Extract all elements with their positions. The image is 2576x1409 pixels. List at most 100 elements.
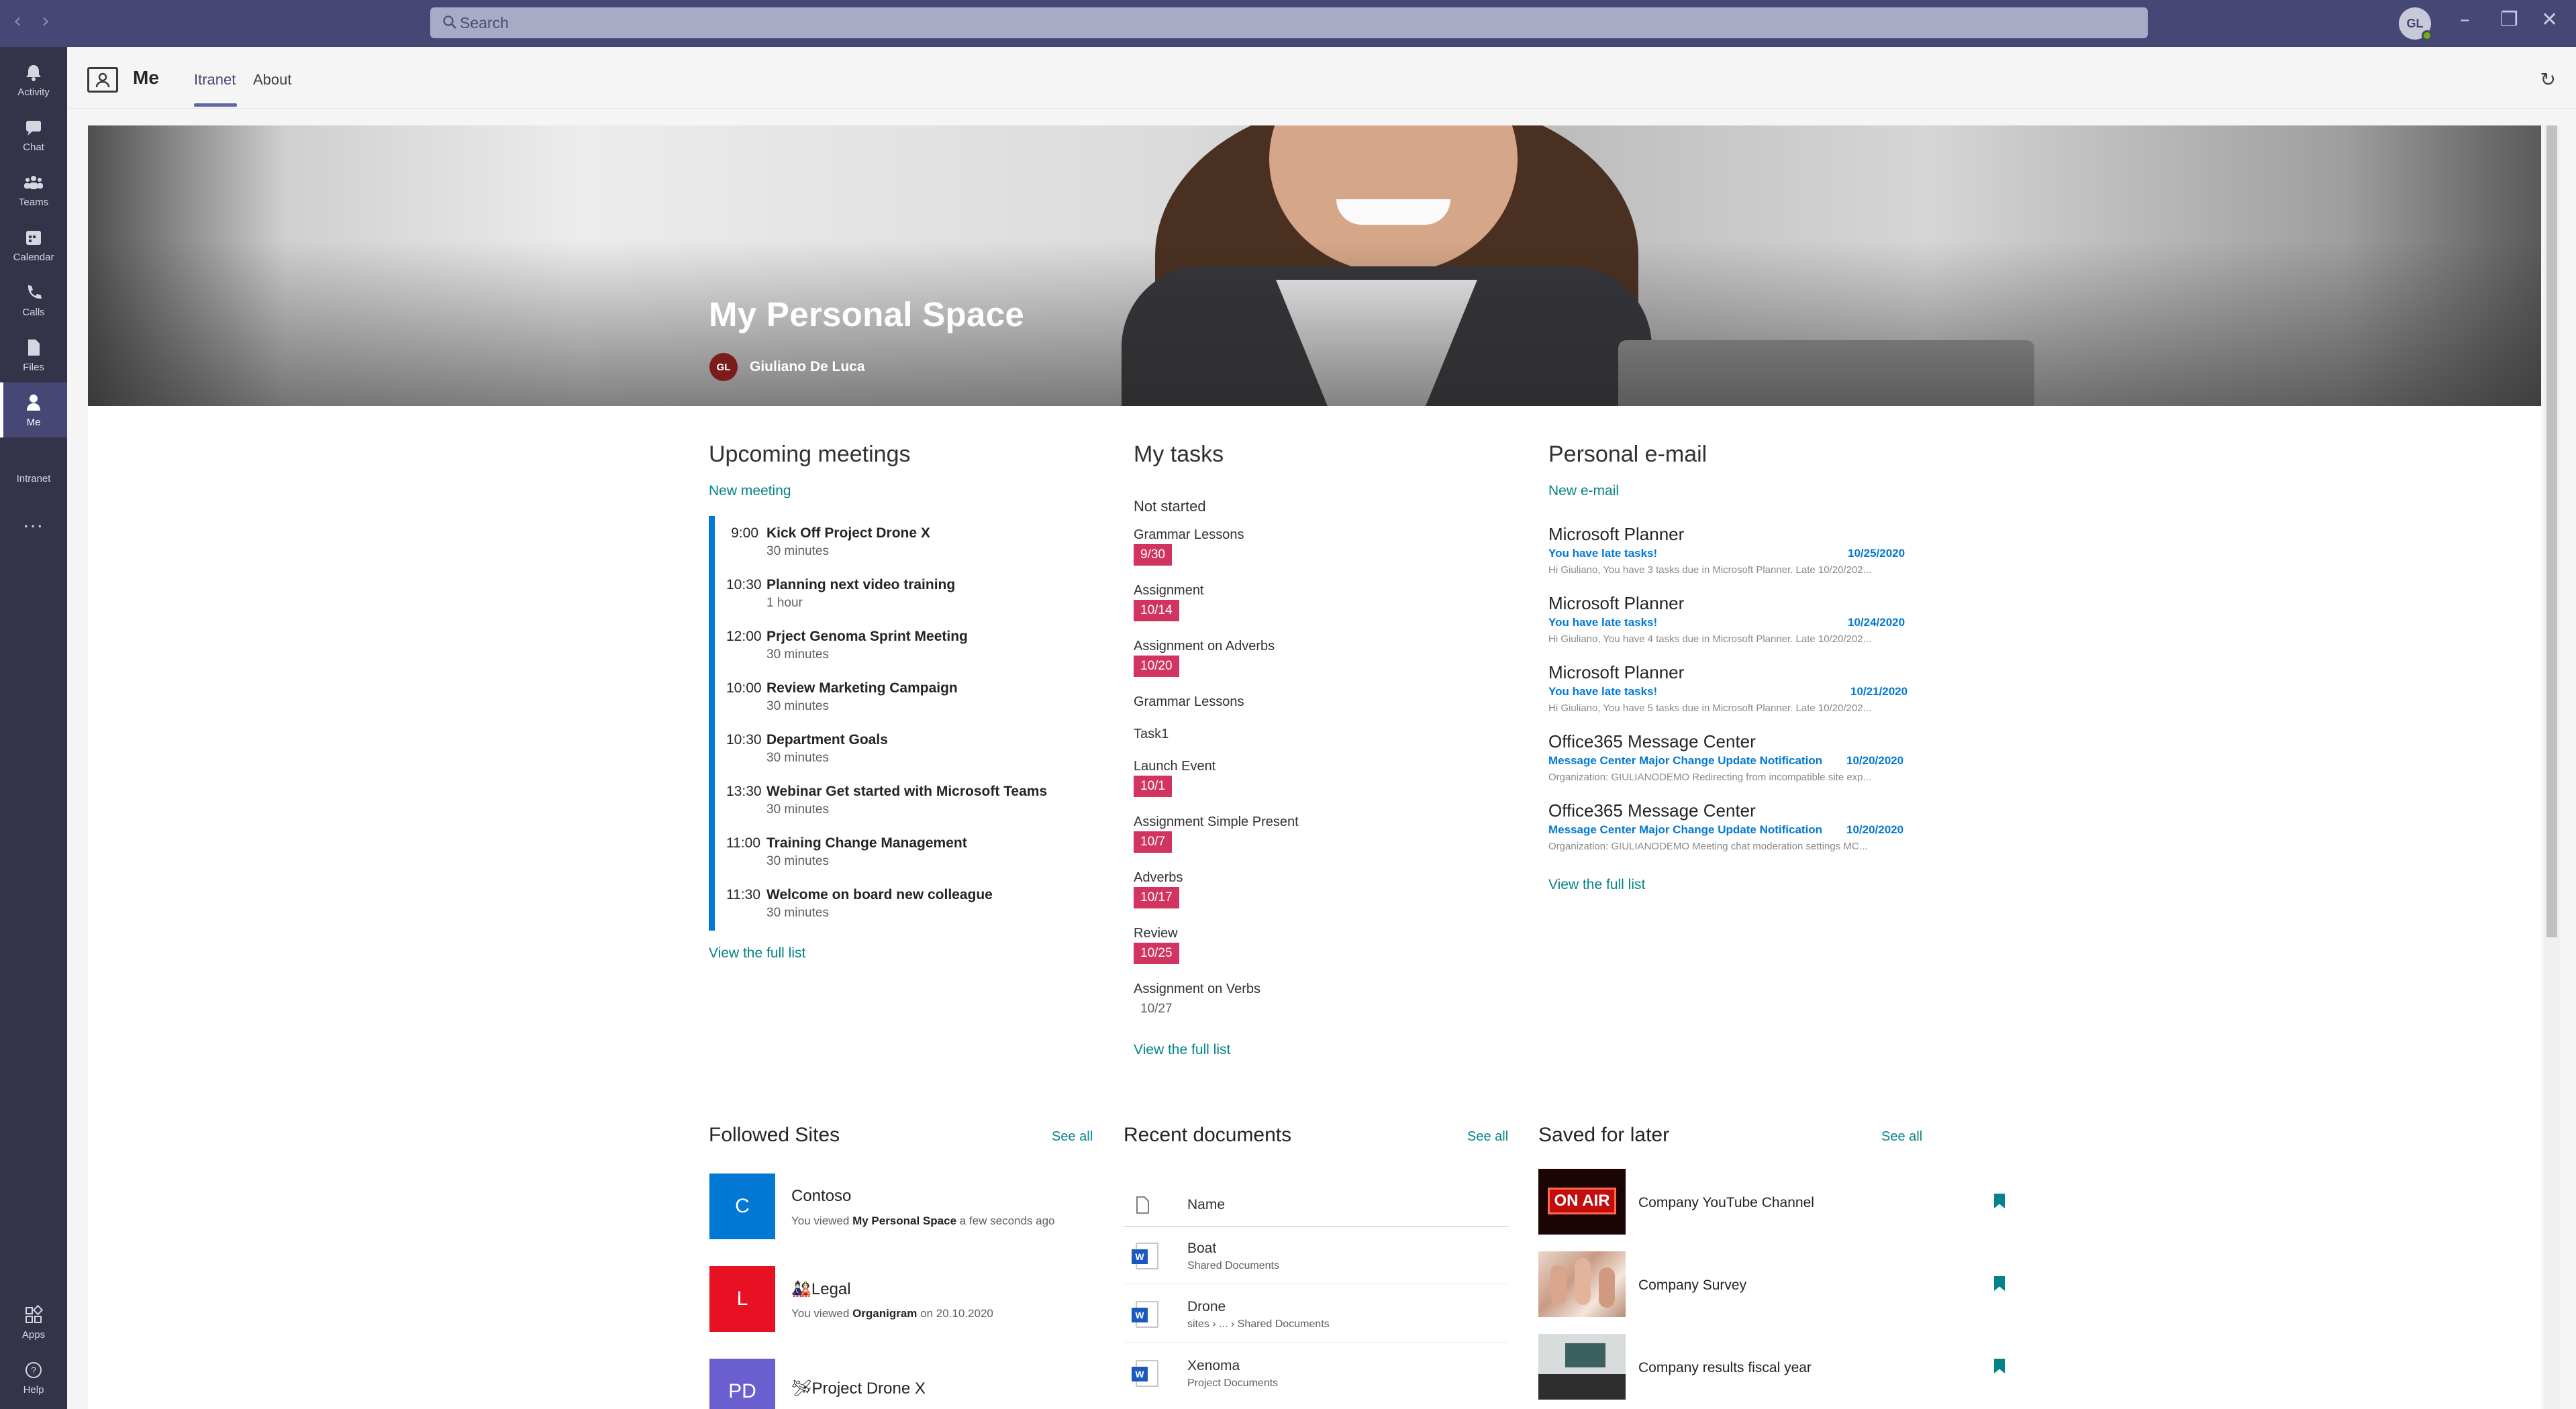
saved-see-all-link[interactable]: See all [1881,1129,1922,1145]
task-due-date: 10/27 [1140,1002,1173,1016]
site-tile[interactable]: L [709,1266,775,1332]
saved-item-thumbnail[interactable] [1538,1334,1626,1400]
bookmark-icon[interactable] [1994,1194,2005,1208]
site-name[interactable]: 🎎Legal [791,1280,851,1299]
task-name[interactable]: Launch Event [1134,759,1216,774]
task-name[interactable]: Assignment on Adverbs [1134,639,1275,654]
svg-text:?: ? [31,1365,36,1375]
document-name[interactable]: Xenoma [1187,1358,1240,1374]
email-preview: Hi Giuliano, You have 5 tasks due in Mic… [1548,702,1872,714]
email-sender[interactable]: Microsoft Planner [1548,593,1684,614]
email-date: 10/20/2020 [1846,754,1904,767]
followed-see-all-link[interactable]: See all [1052,1129,1093,1145]
rail-item-calls[interactable]: Calls [0,272,67,327]
task-name[interactable]: Assignment [1134,583,1204,598]
recent-docs-see-all-link[interactable]: See all [1467,1129,1508,1145]
bell-icon [26,64,41,81]
rail-item-files[interactable]: Files [0,327,67,382]
meeting-time: 13:30 [726,784,762,799]
email-sender[interactable]: Office365 Message Center [1548,800,1756,821]
refresh-icon[interactable]: ↻ [2540,68,2556,91]
tasks-view-full-link[interactable]: View the full list [1134,1042,1230,1058]
task-name[interactable]: Grammar Lessons [1134,527,1244,543]
raised-hand-shape [1550,1265,1567,1305]
document-name[interactable]: Boat [1187,1241,1216,1257]
email-subject[interactable]: You have late tasks! [1548,547,1657,560]
tasks-group-label: Not started [1134,498,1206,515]
email-sender[interactable]: Microsoft Planner [1548,524,1684,545]
author-name[interactable]: Giuliano De Luca [750,359,865,375]
rail-item-intranet[interactable]: Intranet [0,473,67,484]
task-name[interactable]: Review [1134,926,1178,941]
meetings-view-full-link[interactable]: View the full list [709,945,805,961]
rail-label: Activity [17,86,50,98]
meeting-time: 12:00 [726,629,762,644]
forward-arrow-icon[interactable]: › [42,9,50,33]
saved-item-thumbnail[interactable]: ON AIR [1538,1169,1626,1235]
email-subject[interactable]: You have late tasks! [1548,616,1657,629]
new-email-link[interactable]: New e-mail [1548,483,1619,499]
site-tile[interactable]: C [709,1173,775,1239]
saved-for-later-title: Saved for later [1538,1124,1670,1146]
document-name[interactable]: Drone [1187,1299,1226,1315]
user-avatar[interactable]: GL [2399,7,2432,41]
email-sender[interactable]: Microsoft Planner [1548,662,1684,683]
document-path: sites › ... › Shared Documents [1187,1318,1330,1330]
site-activity-when: on 20.10.2020 [917,1307,993,1320]
name-column-header[interactable]: Name [1187,1197,1225,1213]
task-name[interactable]: Assignment Simple Present [1134,815,1299,830]
email-subject[interactable]: You have late tasks! [1548,685,1657,698]
rail-item-apps[interactable]: Apps [0,1295,67,1350]
rail-item-chat[interactable]: Chat [0,107,67,162]
page-scrollbar[interactable] [2544,125,2560,1409]
bookmark-icon[interactable] [1994,1359,2005,1373]
scrollbar-thumb[interactable] [2546,125,2557,937]
author-avatar[interactable]: GL [709,353,738,381]
search-placeholder: Search [460,14,509,32]
meeting-duration: 1 hour [766,596,803,610]
table-header-divider [1124,1226,1509,1227]
site-name[interactable]: 🛩Project Drone X [791,1379,926,1398]
task-name[interactable]: Task1 [1134,727,1169,742]
task-name[interactable]: Assignment on Verbs [1134,982,1260,997]
minimize-icon[interactable]: – [2460,8,2470,32]
rail-item-teams[interactable]: Teams [0,162,67,217]
word-document-icon: W [1132,1301,1158,1328]
meeting-duration: 30 minutes [766,647,829,662]
saved-item-name[interactable]: Company results fiscal year [1638,1360,1812,1376]
bookmark-icon[interactable] [1994,1276,2005,1291]
site-name[interactable]: Contoso [791,1187,851,1206]
email-sender[interactable]: Office365 Message Center [1548,731,1756,752]
tab-itranet[interactable]: Itranet [194,71,236,89]
rail-item-activity[interactable]: Activity [0,52,67,107]
saved-item-name[interactable]: Company Survey [1638,1277,1746,1294]
meeting-time: 9:00 [731,525,758,541]
presence-available-icon [2422,30,2432,41]
restore-icon[interactable]: ❐ [2500,8,2518,32]
site-tile[interactable]: PD [709,1359,775,1409]
close-icon[interactable]: ✕ [2541,8,2558,32]
recent-documents-title: Recent documents [1124,1124,1292,1146]
new-meeting-link[interactable]: New meeting [709,483,791,499]
more-apps-icon[interactable]: ... [0,510,67,533]
back-arrow-icon[interactable]: ‹ [13,9,21,33]
saved-item-name[interactable]: Company YouTube Channel [1638,1195,1814,1211]
table-row-divider [1124,1342,1509,1343]
raised-hand-shape [1575,1258,1591,1305]
search-input[interactable]: Search [430,7,2148,38]
email-preview: Organization: GIULIANODEMO Redirecting f… [1548,772,1872,783]
email-subject[interactable]: Message Center Major Change Update Notif… [1548,823,1822,837]
tab-about[interactable]: About [253,71,292,89]
meeting-title: Welcome on board new colleague [766,887,993,902]
saved-item-thumbnail[interactable] [1538,1251,1626,1317]
task-name[interactable]: Grammar Lessons [1134,694,1244,710]
person-icon [27,394,40,411]
email-subject[interactable]: Message Center Major Change Update Notif… [1548,754,1822,768]
rail-item-calendar[interactable]: Calendar [0,217,67,272]
email-view-full-link[interactable]: View the full list [1548,877,1645,893]
task-name[interactable]: Adverbs [1134,870,1183,886]
teams-icon [24,175,43,189]
meeting-duration: 30 minutes [766,854,829,868]
rail-item-me[interactable]: Me [0,382,67,437]
rail-item-help[interactable]: ? Help [0,1350,67,1405]
